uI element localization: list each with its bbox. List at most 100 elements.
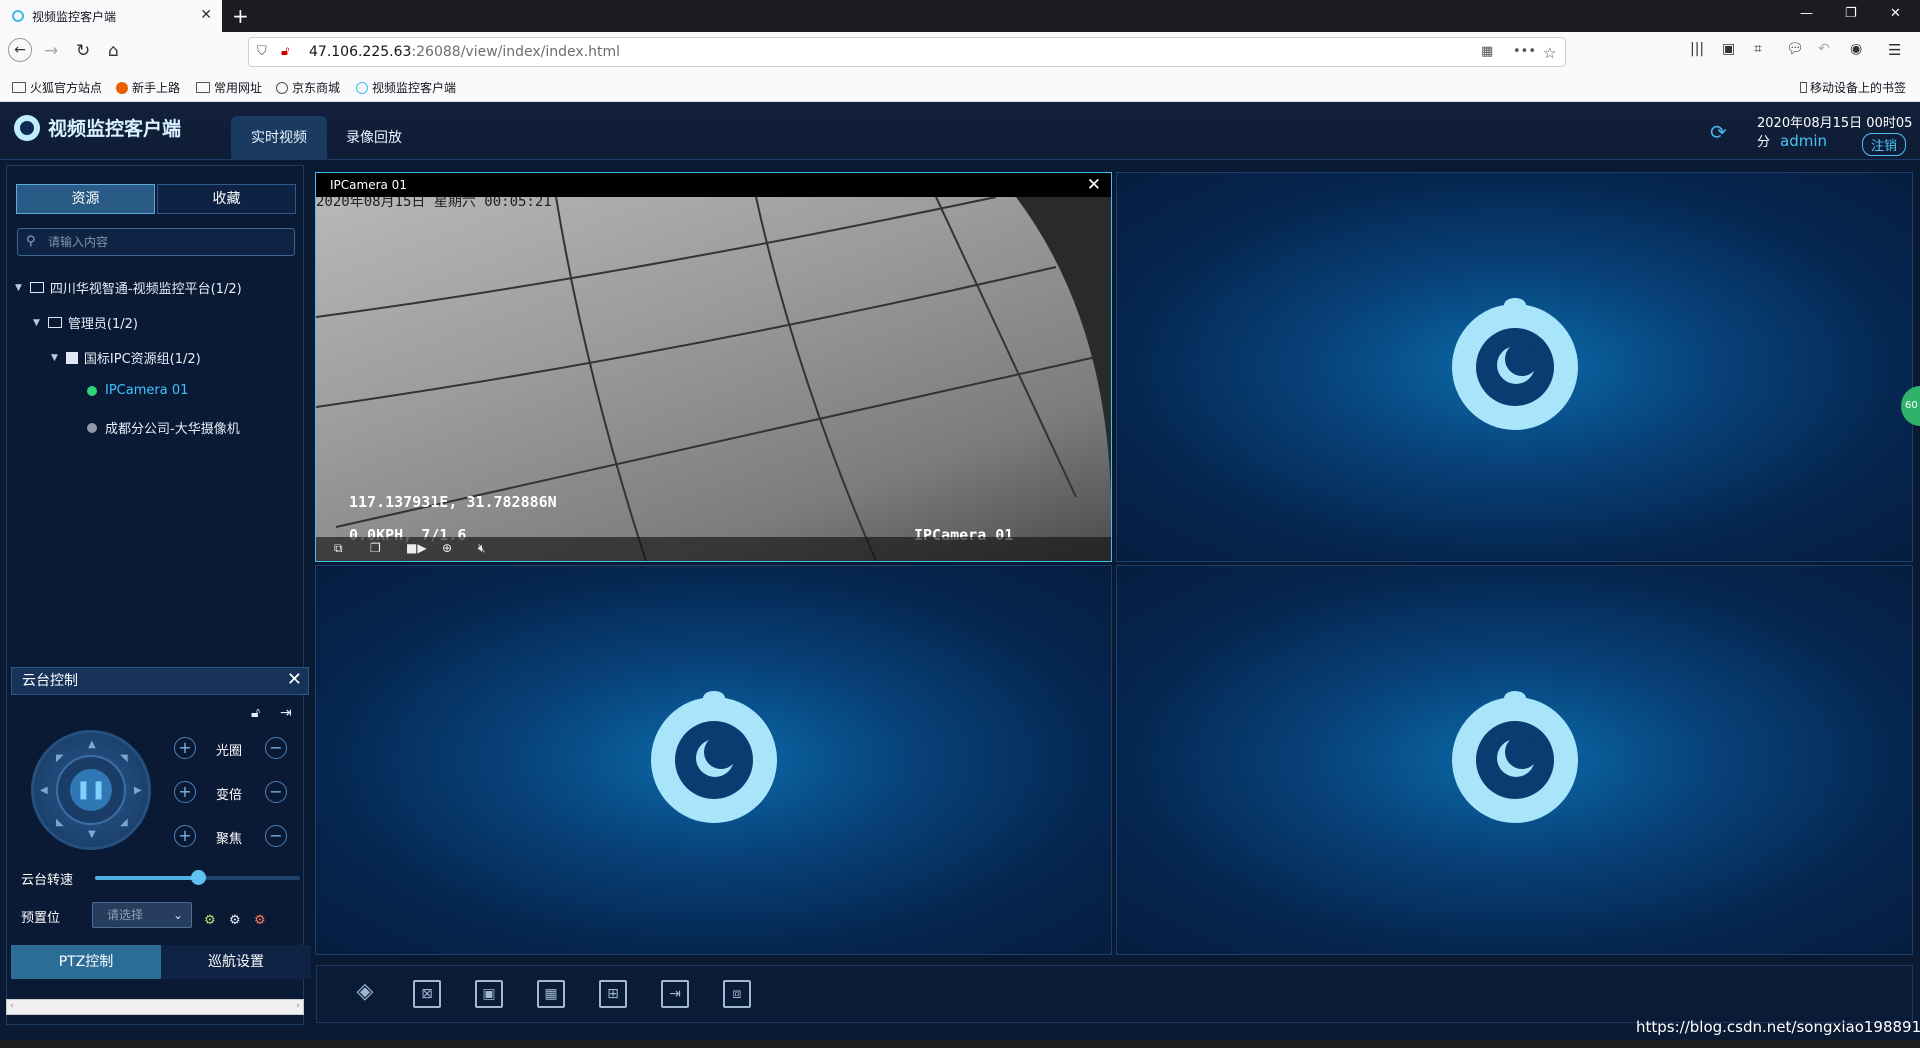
- logout-button[interactable]: 注销: [1862, 133, 1907, 156]
- video-title: IPCamera 01: [330, 178, 407, 192]
- snapshot-icon[interactable]: ⧉: [334, 541, 343, 556]
- scroll-right-icon[interactable]: ›: [296, 1001, 300, 1011]
- video-cell-2[interactable]: [1116, 172, 1913, 562]
- tab-favorites[interactable]: 收藏: [157, 184, 296, 214]
- video-cell-1[interactable]: 2020年08月15日 星期六 00:05:21 117.137931E, 31…: [315, 172, 1112, 562]
- bookmark-item[interactable]: 常用网址: [196, 79, 262, 96]
- exit-icon[interactable]: ⇥: [280, 705, 292, 721]
- preset-add-icon[interactable]: ⚙: [204, 913, 216, 928]
- reload-icon[interactable]: ↻: [76, 41, 90, 61]
- refresh-icon[interactable]: ⟳: [1710, 120, 1727, 144]
- arrow-right-icon[interactable]: ▶: [134, 785, 142, 796]
- tab-cruise-settings[interactable]: 巡航设置: [161, 945, 311, 979]
- iris-minus-button[interactable]: −: [265, 737, 287, 759]
- library-icon[interactable]: |||: [1690, 41, 1704, 57]
- bookmark-star-icon[interactable]: ☆: [1543, 44, 1556, 62]
- arrow-left-icon[interactable]: ◀: [40, 785, 48, 796]
- account-icon[interactable]: ◉: [1850, 41, 1862, 57]
- caret-down-icon[interactable]: ▼: [51, 353, 58, 363]
- split-icon[interactable]: ⧈: [723, 980, 751, 1008]
- arrow-up-icon[interactable]: ▲: [88, 739, 96, 750]
- grid-1-icon[interactable]: ⊠: [413, 980, 441, 1008]
- tree-node-group[interactable]: ▼ 国标IPC资源组(1/2): [51, 348, 201, 367]
- qr-code-icon[interactable]: ▦: [1481, 44, 1493, 59]
- arrow-down-left-icon[interactable]: ◣: [56, 817, 64, 828]
- pause-icon[interactable]: ❚❚: [70, 769, 112, 811]
- crop-icon[interactable]: ⌗: [1754, 41, 1762, 57]
- undo-icon[interactable]: ↶: [1818, 41, 1830, 57]
- browser-tab[interactable]: 视频监控客户端 ✕: [0, 0, 222, 32]
- exit-icon[interactable]: ⇥: [661, 980, 689, 1008]
- tree-label: 四川华视智通-视频监控平台(1/2): [49, 282, 242, 297]
- close-icon[interactable]: ✕: [287, 667, 302, 693]
- caret-down-icon[interactable]: ▼: [33, 318, 40, 328]
- home-icon[interactable]: ⌂: [108, 41, 119, 61]
- arrow-up-left-icon[interactable]: ◤: [56, 753, 64, 764]
- focus-minus-button[interactable]: −: [265, 825, 287, 847]
- bookmark-item[interactable]: 视频监控客户端: [356, 79, 456, 96]
- tree-node-camera-offline[interactable]: 成都分公司-大华摄像机: [87, 418, 240, 437]
- preset-delete-icon[interactable]: ⚙: [254, 913, 266, 928]
- close-window-icon[interactable]: ✕: [1890, 6, 1901, 21]
- ptz-icon[interactable]: ⊕: [442, 541, 452, 555]
- slider-knob[interactable]: [190, 870, 206, 885]
- close-video-icon[interactable]: ✕: [1087, 173, 1101, 197]
- browser-navbar: ← → ↻ ⌂ ⛉ 🔓︎ 47.106.225.63 :26088/view/i…: [0, 32, 1920, 72]
- url-bar[interactable]: ⛉ 🔓︎ 47.106.225.63 :26088/view/index/ind…: [248, 37, 1566, 67]
- layers-icon[interactable]: ◈: [351, 980, 379, 1008]
- restore-icon[interactable]: ❐: [1845, 6, 1857, 21]
- chat-icon[interactable]: 💬︎: [1786, 41, 1804, 57]
- preset-select[interactable]: 请选择 ⌄: [92, 902, 192, 928]
- menu-icon[interactable]: ☰: [1888, 41, 1901, 59]
- insecure-lock-icon[interactable]: 🔓︎: [281, 44, 289, 59]
- forward-icon[interactable]: →: [44, 41, 58, 61]
- copy-icon[interactable]: ❐: [370, 541, 381, 555]
- tree-node-camera-online[interactable]: IPCamera 01: [87, 383, 188, 398]
- preset-placeholder: 请选择: [107, 908, 144, 922]
- new-tab-icon[interactable]: +: [232, 4, 249, 28]
- search-input[interactable]: ⚲ 请输入内容: [17, 228, 295, 256]
- tree-node-platform[interactable]: ▼ 四川华视智通-视频监控平台(1/2): [15, 278, 242, 297]
- reader-icon[interactable]: ▣: [1722, 41, 1735, 57]
- tab-resources[interactable]: 资源: [16, 184, 155, 214]
- minimize-icon[interactable]: —: [1800, 6, 1813, 21]
- scroll-left-icon[interactable]: ‹: [10, 1001, 14, 1011]
- more-icon[interactable]: •••: [1513, 44, 1536, 59]
- grid-9-icon[interactable]: ⊞: [599, 980, 627, 1008]
- zoom-plus-button[interactable]: +: [174, 781, 196, 803]
- bottom-toolbar: ◈ ⊠ ▣ ▦ ⊞ ⇥ ⧈: [316, 965, 1913, 1023]
- back-icon[interactable]: ←: [8, 38, 32, 62]
- tree-node-admin[interactable]: ▼ 管理员(1/2): [33, 313, 138, 332]
- record-icon[interactable]: ■▶: [406, 541, 427, 555]
- unlock-icon[interactable]: 🔓︎: [251, 705, 260, 721]
- folder-icon: [29, 282, 44, 293]
- ptz-joystick[interactable]: ▲ ▼ ◀ ▶ ◤ ◥ ◣ ◢ ❚❚: [31, 730, 151, 850]
- bookmark-item[interactable]: 新手上路: [116, 79, 180, 96]
- speed-slider[interactable]: [95, 870, 300, 885]
- iris-plus-button[interactable]: +: [174, 737, 196, 759]
- url-path: :26088/view/index/index.html: [411, 44, 621, 60]
- slider-fill: [95, 876, 198, 880]
- shield-icon[interactable]: ⛉: [257, 44, 267, 59]
- zoom-minus-button[interactable]: −: [265, 781, 287, 803]
- bookmark-item[interactable]: 京东商城: [276, 79, 340, 96]
- horizontal-scrollbar[interactable]: ‹ ›: [6, 999, 304, 1015]
- video-cell-3[interactable]: [315, 565, 1112, 955]
- tab-playback[interactable]: 录像回放: [326, 116, 422, 160]
- video-cell-4[interactable]: [1116, 565, 1913, 955]
- close-tab-icon[interactable]: ✕: [200, 7, 212, 23]
- caret-down-icon[interactable]: ▼: [15, 283, 22, 293]
- grid-4-icon[interactable]: ▦: [537, 980, 565, 1008]
- firefox-icon: [116, 81, 128, 94]
- fullscreen-icon[interactable]: ▣: [475, 980, 503, 1008]
- tab-ptz-control[interactable]: PTZ控制: [11, 945, 161, 979]
- tab-live-video[interactable]: 实时视频: [231, 116, 327, 160]
- arrow-down-icon[interactable]: ▼: [88, 829, 96, 840]
- mute-icon[interactable]: 🔇︎: [478, 541, 486, 556]
- focus-plus-button[interactable]: +: [174, 825, 196, 847]
- arrow-down-right-icon[interactable]: ◢: [120, 817, 128, 828]
- mobile-bookmarks[interactable]: 移动设备上的书签: [1800, 79, 1906, 96]
- arrow-up-right-icon[interactable]: ◥: [120, 753, 128, 764]
- preset-call-icon[interactable]: ⚙: [229, 913, 241, 928]
- bookmark-item[interactable]: 火狐官方站点: [12, 79, 102, 96]
